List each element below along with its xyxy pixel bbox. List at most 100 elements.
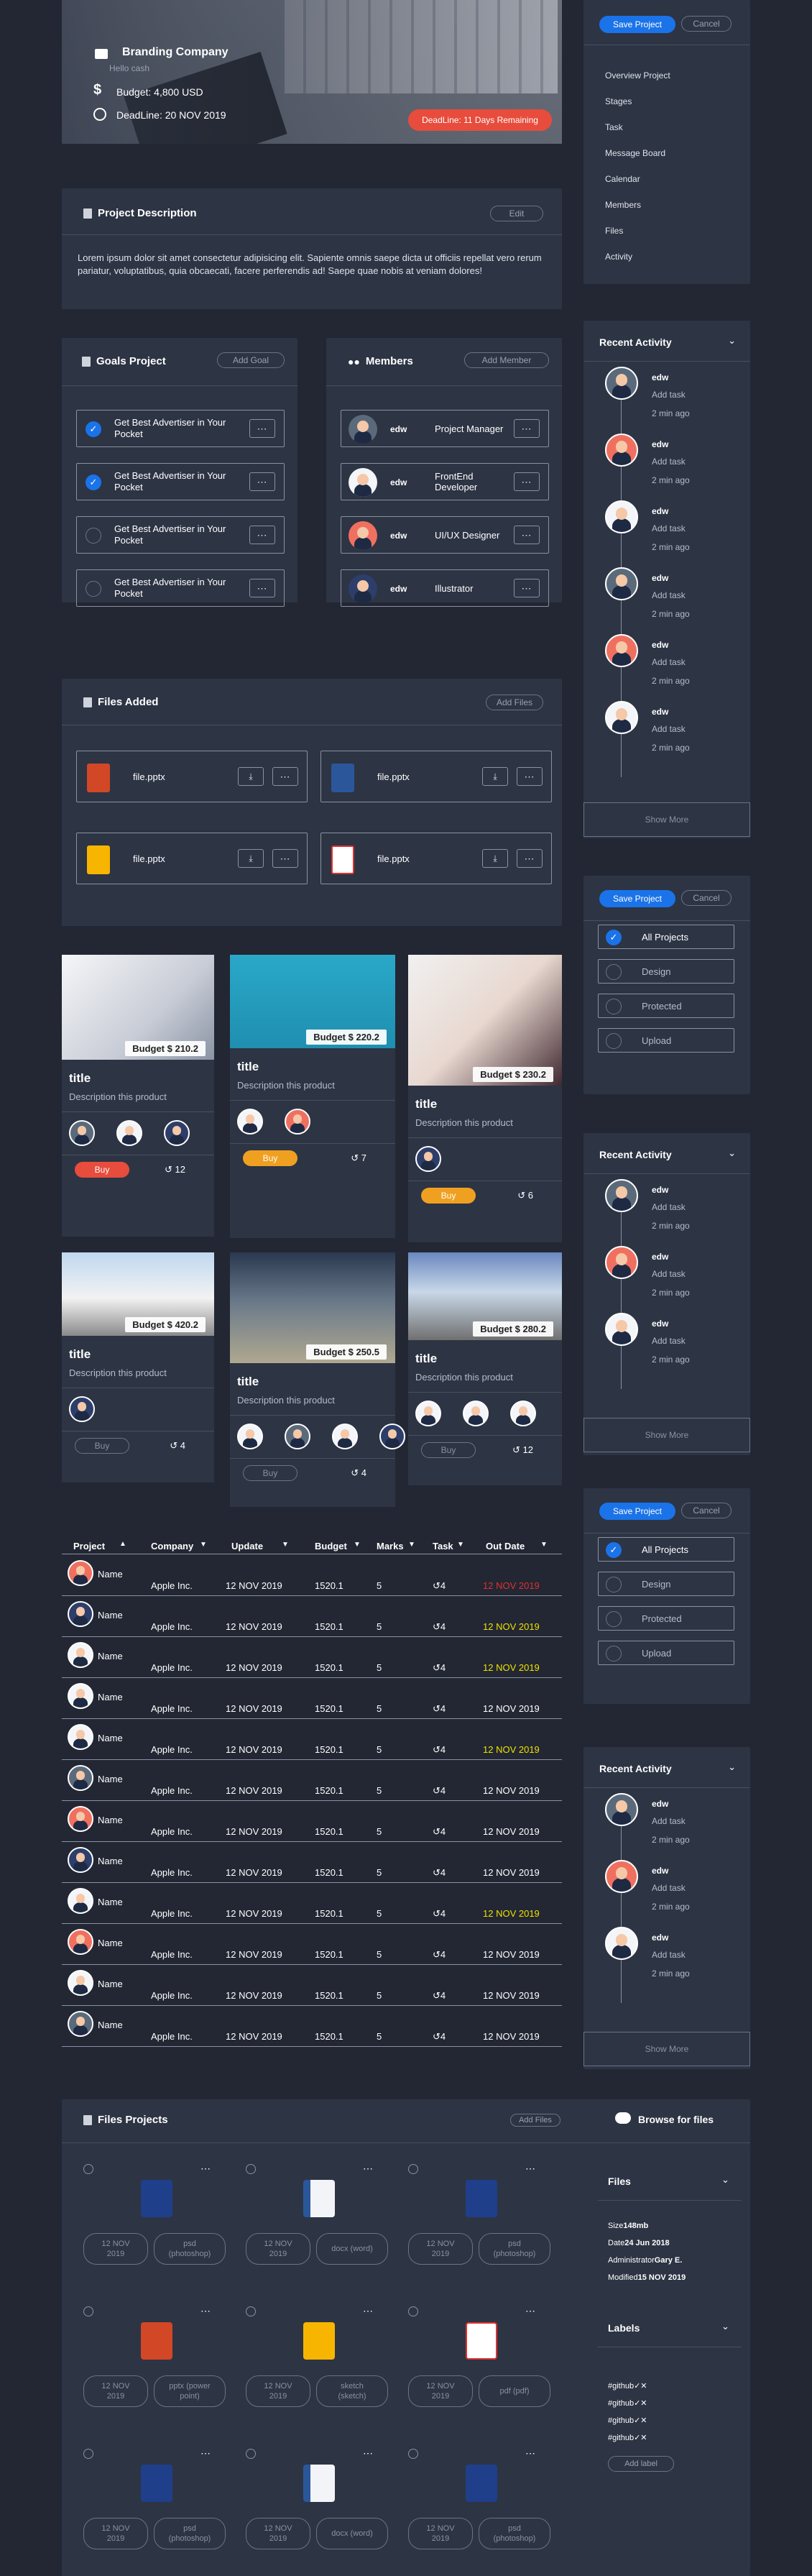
filter-item[interactable]: Protected [598, 1606, 734, 1631]
filter-checkbox[interactable] [606, 964, 622, 980]
member-item[interactable]: edw FrontEnd Developer ⋯ [341, 463, 549, 500]
more-options-button[interactable]: ⋯ [272, 849, 298, 868]
cancel-button[interactable]: Cancel [681, 1503, 732, 1518]
product-card[interactable]: Budget $ 250.5 title Description this prod… [230, 1252, 453, 1507]
more-options-button[interactable]: ⋯ [517, 767, 543, 786]
save-project-button[interactable]: Save Project [599, 16, 675, 33]
side-menu-item[interactable]: Overview Project [605, 70, 670, 81]
filter-checkbox[interactable] [606, 1577, 622, 1592]
more-options-icon[interactable]: ⋯ [525, 2163, 536, 2175]
header-company[interactable]: Company [151, 1541, 193, 1551]
label-tag[interactable]: #github✓✕ [608, 2381, 647, 2391]
filter-item[interactable]: Protected [598, 994, 734, 1018]
add-files-button[interactable]: Add Files [510, 2114, 560, 2127]
show-more-button[interactable]: Show More [583, 2032, 750, 2066]
filter-item[interactable]: Upload [598, 1028, 734, 1053]
table-row[interactable]: Name Apple Inc. 12 NOV 2019 1520.1 5 ↺4 12 NOV… [62, 1925, 562, 1965]
more-options-button[interactable]: ⋯ [514, 526, 540, 544]
download-icon[interactable]: ⤓ [482, 849, 508, 868]
buy-button[interactable]: Buy [75, 1438, 129, 1454]
filter-item[interactable]: ✓ All Projects [598, 1537, 734, 1562]
chevron-down-icon[interactable]: ⌄ [728, 1147, 736, 1159]
more-options-icon[interactable]: ⋯ [200, 2447, 211, 2460]
goal-checkbox[interactable]: ✓ [86, 475, 101, 490]
header-marks[interactable]: Marks [377, 1541, 404, 1551]
header-out-date[interactable]: Out Date [486, 1541, 525, 1551]
filter-checkbox[interactable] [606, 1033, 622, 1049]
save-project-button[interactable]: Save Project [599, 890, 675, 907]
show-more-button[interactable]: Show More [583, 1418, 750, 1452]
file-item[interactable]: file.pptx ⤓ ⋯ [320, 751, 552, 802]
more-options-icon[interactable]: ⋯ [525, 2447, 536, 2460]
side-menu-item[interactable]: Members [605, 200, 641, 210]
buy-button[interactable]: Buy [421, 1188, 476, 1204]
filter-checkbox[interactable] [606, 1611, 622, 1627]
table-row[interactable]: Name Apple Inc. 12 NOV 2019 1520.1 5 ↺4 12 NOV… [62, 1843, 562, 1883]
table-row[interactable]: Name Apple Inc. 12 NOV 2019 1520.1 5 ↺4 12 NOV… [62, 1966, 562, 2006]
filter-item[interactable]: Upload [598, 1641, 734, 1665]
chevron-down-icon[interactable]: ⌄ [728, 335, 736, 347]
download-icon[interactable]: ⤓ [238, 767, 264, 786]
remove-label-icon[interactable]: ✓✕ [634, 2416, 647, 2425]
header-budget[interactable]: Budget [315, 1541, 347, 1551]
add-files-button[interactable]: Add Files [486, 695, 543, 710]
buy-button[interactable]: Buy [421, 1442, 476, 1458]
more-options-button[interactable]: ⋯ [249, 472, 275, 491]
more-options-icon[interactable]: ⋯ [525, 2305, 536, 2317]
file-select-radio[interactable] [246, 2164, 256, 2174]
file-select-radio[interactable] [83, 2449, 93, 2459]
goal-checkbox[interactable]: ✓ [86, 421, 101, 437]
product-card[interactable]: Budget $ 420.2 title Description this prod… [62, 1252, 214, 1482]
add-label-button[interactable]: Add label [608, 2456, 674, 2472]
download-icon[interactable]: ⤓ [482, 767, 508, 786]
cancel-button[interactable]: Cancel [681, 16, 732, 32]
more-options-icon[interactable]: ⋯ [200, 2163, 211, 2175]
show-more-button[interactable]: Show More [583, 802, 750, 837]
file-grid-item[interactable]: ⋯ 12 NOV 2019 psd (photoshop) [62, 2442, 226, 2576]
download-icon[interactable]: ⤓ [238, 849, 264, 868]
file-select-radio[interactable] [246, 2306, 256, 2316]
file-grid-item[interactable]: ⋯ 12 NOV 2019 psd (photoshop) [387, 2442, 550, 2576]
goal-checkbox[interactable] [86, 581, 101, 597]
file-item[interactable]: file.pptx ⤓ ⋯ [320, 833, 552, 884]
table-row[interactable]: Name Apple Inc. 12 NOV 2019 1520.1 5 ↺4 12 NOV… [62, 1679, 562, 1719]
member-item[interactable]: edw Illustrator ⋯ [341, 569, 549, 607]
file-select-radio[interactable] [408, 2449, 418, 2459]
more-options-button[interactable]: ⋯ [514, 419, 540, 438]
side-menu-item[interactable]: Files [605, 226, 623, 236]
chevron-down-icon[interactable]: ⌄ [721, 2321, 729, 2332]
more-options-button[interactable]: ⋯ [517, 849, 543, 868]
add-member-button[interactable]: Add Member [464, 352, 549, 368]
save-project-button[interactable]: Save Project [599, 1503, 675, 1520]
filter-checkbox[interactable]: ✓ [606, 930, 622, 945]
table-row[interactable]: Name Apple Inc. 12 NOV 2019 1520.1 5 ↺4 12 NOV… [62, 1597, 562, 1637]
header-project[interactable]: Project [73, 1541, 105, 1551]
goal-item[interactable]: Get Best Advertiser in Your Pocket ⋯ [76, 569, 285, 607]
filter-checkbox[interactable] [606, 1646, 622, 1661]
more-options-icon[interactable]: ⋯ [200, 2305, 211, 2317]
header-update[interactable]: Update [231, 1541, 263, 1551]
more-options-button[interactable]: ⋯ [272, 767, 298, 786]
table-row[interactable]: Name Apple Inc. 12 NOV 2019 1520.1 5 ↺4 12 NOV… [62, 1761, 562, 1801]
buy-button[interactable]: Buy [75, 1162, 129, 1178]
filter-item[interactable]: ✓ All Projects [598, 925, 734, 949]
product-card[interactable]: Budget $ 220.2 title Description this prod… [230, 955, 395, 1238]
more-options-button[interactable]: ⋯ [514, 579, 540, 597]
chevron-down-icon[interactable]: ⌄ [721, 2174, 729, 2186]
filter-item[interactable]: Design [598, 959, 734, 984]
more-options-icon[interactable]: ⋯ [363, 2163, 374, 2175]
add-goal-button[interactable]: Add Goal [217, 352, 285, 368]
table-row[interactable]: Name Apple Inc. 12 NOV 2019 1520.1 5 ↺4 12 NOV… [62, 1802, 562, 1842]
file-select-radio[interactable] [408, 2306, 418, 2316]
file-select-radio[interactable] [83, 2164, 93, 2174]
file-select-radio[interactable] [83, 2306, 93, 2316]
file-select-radio[interactable] [246, 2449, 256, 2459]
file-grid-item[interactable]: ⋯ 12 NOV 2019 docx (word) [224, 2442, 388, 2576]
product-card[interactable]: Budget $ 280.2 title Description this prod… [408, 1252, 562, 1485]
remove-label-icon[interactable]: ✓✕ [634, 2399, 647, 2408]
more-options-button[interactable]: ⋯ [249, 526, 275, 544]
product-card[interactable]: Budget $ 210.2 title Description this prod… [62, 955, 214, 1237]
goal-item[interactable]: ✓ Get Best Advertiser in Your Pocket ⋯ [76, 463, 285, 500]
side-menu-item[interactable]: Calendar [605, 174, 640, 184]
filter-item[interactable]: Design [598, 1572, 734, 1596]
